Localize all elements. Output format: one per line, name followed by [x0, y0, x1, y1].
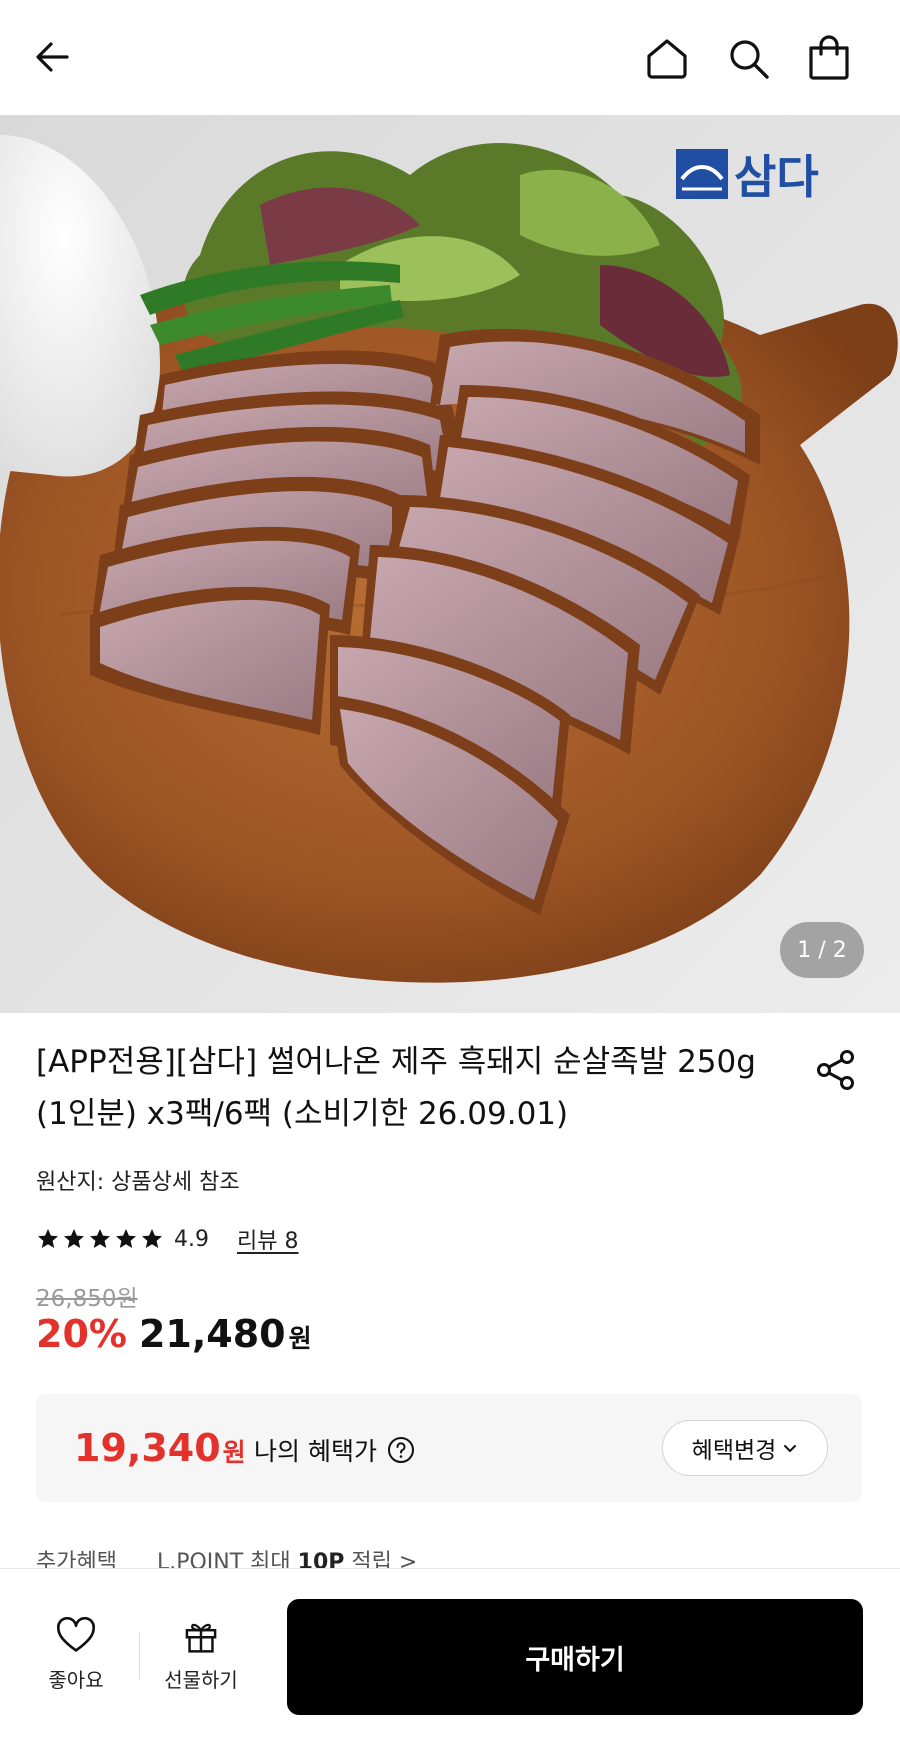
- sale-price: 21,480: [138, 1312, 286, 1356]
- buy-button[interactable]: 구매하기: [287, 1599, 863, 1715]
- benefit-currency: 원: [222, 1438, 246, 1467]
- benefit-label-group: 나의 혜택가: [254, 1432, 415, 1468]
- like-label: 좋아요: [48, 1668, 104, 1692]
- benefit-box: 19,340원 나의 혜택가 혜택변경: [36, 1394, 862, 1502]
- price-row: 20% 21,480 원: [36, 1312, 312, 1364]
- product-photo: 삼다: [0, 115, 900, 1013]
- gift-button[interactable]: 선물하기: [150, 1617, 252, 1693]
- rating-value: 4.9: [174, 1226, 209, 1252]
- star-icon: [142, 1229, 162, 1248]
- chevron-down-icon: [784, 1445, 797, 1452]
- star-icon: [116, 1229, 136, 1248]
- benefit-label: 나의 혜택가: [254, 1437, 377, 1466]
- product-title: [APP전용][삼다] 썰어나온 제주 흑돼지 순살족발 250g (1인분) …: [36, 1044, 756, 1132]
- brand-logo: 삼다: [676, 149, 819, 204]
- star-rating: [36, 1227, 164, 1251]
- rating-row: 4.9 리뷰 8: [36, 1222, 298, 1256]
- image-counter: 1 / 2: [780, 922, 864, 978]
- currency-label: 원: [288, 1324, 312, 1353]
- benefit-price: 19,340원: [74, 1426, 246, 1470]
- benefit-change-button[interactable]: 혜택변경: [662, 1420, 828, 1476]
- origin-info: 원산지: 상품상세 참조: [36, 1170, 240, 1195]
- star-icon: [64, 1229, 84, 1248]
- review-link[interactable]: 리뷰 8: [237, 1223, 298, 1255]
- benefit-change-label: 혜택변경: [691, 1438, 777, 1464]
- divider: [139, 1633, 140, 1679]
- star-icon: [90, 1229, 110, 1248]
- search-icon[interactable]: [722, 32, 776, 86]
- discount-rate: 20%: [36, 1312, 127, 1356]
- brand-logo-text: 삼다: [734, 150, 819, 204]
- bottom-action-bar: 좋아요 선물하기 구매하기: [0, 1568, 900, 1752]
- share-icon[interactable]: [812, 1046, 860, 1094]
- heart-icon: [57, 1617, 95, 1652]
- arrow-left-icon[interactable]: [28, 32, 78, 82]
- like-button[interactable]: 좋아요: [36, 1617, 116, 1693]
- gift-label: 선물하기: [164, 1668, 238, 1692]
- gift-icon: [185, 1623, 217, 1653]
- help-icon[interactable]: [387, 1436, 415, 1464]
- product-image-gallery[interactable]: 삼다 1 / 2: [0, 115, 900, 1013]
- top-bar: [0, 0, 900, 115]
- star-icon: [38, 1229, 58, 1248]
- original-price: 26,850원: [36, 1286, 138, 1312]
- shopping-bag-icon[interactable]: [802, 30, 856, 86]
- benefit-price-value: 19,340: [74, 1426, 221, 1470]
- home-icon[interactable]: [640, 32, 694, 86]
